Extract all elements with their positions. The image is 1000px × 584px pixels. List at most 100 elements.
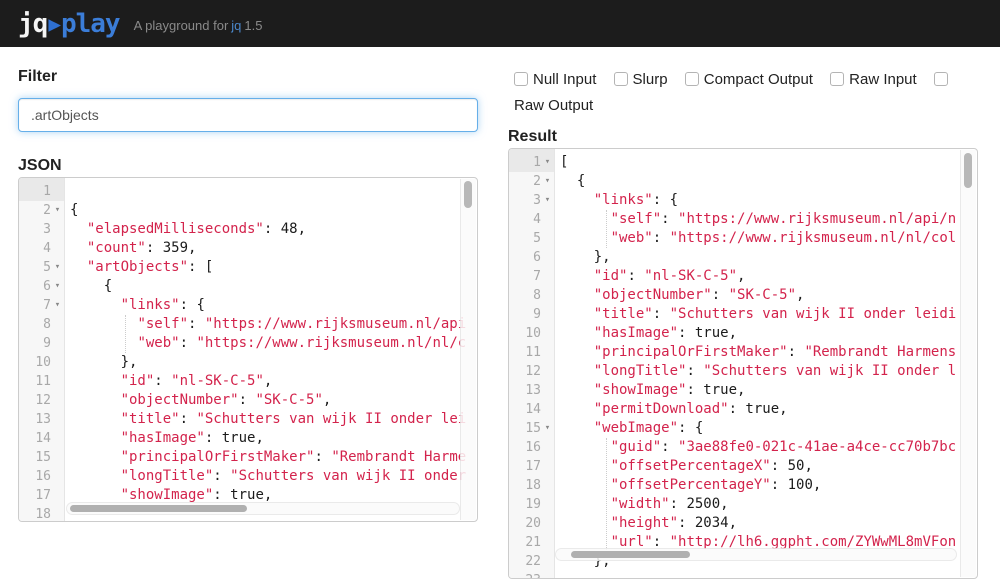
code-line: "web": "https://www.rijksmuseum.nl/nl/co… [560, 229, 977, 248]
code-line: { [70, 201, 477, 220]
code-line: "self": "https://www.rijksmuseum.nl/api [70, 315, 477, 334]
line-number-gutter: 1▾2▾3▾456789101112131415▾161718192021222… [509, 149, 555, 578]
raw-input-checkbox[interactable] [830, 72, 844, 86]
code-line: "offsetPercentageY": 100, [560, 476, 977, 495]
fold-spacer [541, 248, 554, 267]
fold-arrow-icon[interactable]: ▾ [541, 419, 554, 438]
logo-play: play [61, 9, 120, 39]
fold-arrow-icon[interactable]: ▾ [51, 296, 64, 315]
code-line: "guid": "3ae88fe0-021c-41ae-a4ce-cc70b7b… [560, 438, 977, 457]
vertical-scrollbar-thumb[interactable] [964, 153, 972, 188]
raw-output-checkbox[interactable] [934, 72, 948, 86]
json-heading: JSON [18, 156, 478, 175]
line-number: 20 [509, 514, 554, 533]
fold-spacer [51, 239, 64, 258]
result-heading: Result [508, 127, 978, 146]
fold-spacer [541, 438, 554, 457]
line-number: 11 [19, 372, 64, 391]
code-area[interactable]: [ { "links": { "self": "https://www.rijk… [555, 149, 977, 578]
code-line: { [560, 172, 977, 191]
tagline: A playground forjq1.5 [134, 18, 263, 33]
fold-spacer [51, 334, 64, 353]
line-number: 15 [19, 448, 64, 467]
vertical-scrollbar[interactable] [460, 179, 476, 520]
option-slurp[interactable]: Slurp [614, 71, 668, 88]
line-number: 10 [19, 353, 64, 372]
null-input-checkbox[interactable] [514, 72, 528, 86]
play-triangle-icon: ▶ [48, 12, 60, 36]
fold-spacer [541, 210, 554, 229]
app-header: jq ▶ play A playground forjq1.5 [0, 0, 1000, 47]
line-number: 8 [509, 286, 554, 305]
code-line: "id": "nl-SK-C-5", [70, 372, 477, 391]
filter-input[interactable] [18, 98, 478, 132]
input-column: Filter JSON 12▾345▾6▾7▾89101112131415161… [18, 47, 478, 522]
fold-arrow-icon[interactable]: ▾ [541, 153, 554, 172]
horizontal-scrollbar-thumb[interactable] [571, 551, 690, 558]
fold-spacer [541, 495, 554, 514]
fold-spacer [541, 571, 554, 579]
line-number: 2▾ [19, 201, 64, 220]
tagline-prefix: A playground for [134, 18, 229, 33]
option-raw-input[interactable]: Raw Input [830, 71, 917, 88]
code-line: "showImage": true, [560, 381, 977, 400]
fold-spacer [51, 486, 64, 505]
fold-spacer [541, 286, 554, 305]
horizontal-scrollbar-thumb[interactable] [70, 505, 247, 512]
fold-arrow-icon[interactable]: ▾ [51, 258, 64, 277]
fold-spacer [51, 315, 64, 334]
horizontal-scrollbar[interactable] [66, 502, 460, 515]
fold-spacer [51, 372, 64, 391]
result-output-editor[interactable]: 1▾2▾3▾456789101112131415▾161718192021222… [508, 148, 978, 579]
jq-link[interactable]: jq [231, 18, 241, 33]
line-number: 18 [509, 476, 554, 495]
line-number: 17 [509, 457, 554, 476]
fold-arrow-icon[interactable]: ▾ [51, 201, 64, 220]
code-line: "permitDownload": true, [560, 400, 977, 419]
code-line: { [70, 277, 477, 296]
code-area[interactable]: { "elapsedMilliseconds": 48, "count": 35… [65, 178, 477, 521]
fold-spacer [541, 305, 554, 324]
line-number: 16 [19, 467, 64, 486]
output-column: Null Input Slurp Compact Output Raw Inpu… [508, 47, 978, 579]
code-line: "elapsedMilliseconds": 48, [70, 220, 477, 239]
code-line: "links": { [70, 296, 477, 315]
line-number-gutter: 12▾345▾6▾7▾89101112131415161718 [19, 178, 65, 521]
fold-spacer [51, 391, 64, 410]
line-number: 23 [509, 571, 554, 579]
vertical-scrollbar[interactable] [960, 150, 976, 577]
line-number: 17 [19, 486, 64, 505]
option-null-input[interactable]: Null Input [514, 71, 596, 88]
line-number: 16 [509, 438, 554, 457]
code-line: "objectNumber": "SK-C-5", [70, 391, 477, 410]
fold-spacer [541, 381, 554, 400]
filter-heading: Filter [18, 67, 478, 86]
line-number: 6▾ [19, 277, 64, 296]
option-compact-output[interactable]: Compact Output [685, 71, 813, 88]
slurp-checkbox[interactable] [614, 72, 628, 86]
compact-output-checkbox[interactable] [685, 72, 699, 86]
indent-guide [125, 315, 126, 353]
fold-arrow-icon[interactable]: ▾ [541, 191, 554, 210]
fold-spacer [51, 505, 64, 522]
fold-arrow-icon[interactable]: ▾ [51, 277, 64, 296]
vertical-scrollbar-thumb[interactable] [464, 181, 472, 208]
code-line [70, 182, 477, 201]
line-number: 21 [509, 533, 554, 552]
horizontal-scrollbar[interactable] [555, 548, 957, 561]
line-number: 4 [19, 239, 64, 258]
code-line: "title": "Schutters van wijk II onder le… [560, 305, 977, 324]
json-input-editor[interactable]: 12▾345▾6▾7▾89101112131415161718 { "elaps… [18, 177, 478, 522]
code-line: "longTitle": "Schutters van wijk II onde… [70, 467, 477, 486]
code-line: "hasImage": true, [70, 429, 477, 448]
fold-spacer [51, 448, 64, 467]
fold-arrow-icon[interactable]: ▾ [541, 172, 554, 191]
line-number: 10 [509, 324, 554, 343]
line-number: 11 [509, 343, 554, 362]
line-number: 1 [19, 182, 64, 201]
logo-jq: jq [18, 9, 47, 39]
code-line: "artObjects": [ [70, 258, 477, 277]
fold-spacer [51, 467, 64, 486]
fold-spacer [541, 476, 554, 495]
jqplay-logo[interactable]: jq ▶ play [18, 9, 120, 39]
